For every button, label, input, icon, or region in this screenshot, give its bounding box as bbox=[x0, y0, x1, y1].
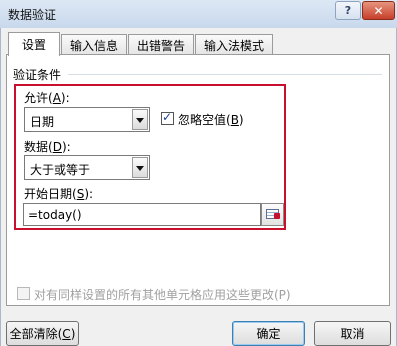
question-icon: ? bbox=[344, 4, 352, 17]
title-bar: 数据验证 ? ✕ bbox=[0, 0, 397, 28]
ignore-blank-checkbox[interactable] bbox=[161, 110, 174, 125]
tab-input-message[interactable]: 输入信息 bbox=[61, 34, 127, 56]
close-button[interactable]: ✕ bbox=[362, 1, 395, 20]
allow-label: 允许(A): bbox=[24, 91, 70, 105]
data-select-value: 大于或等于 bbox=[30, 163, 91, 177]
group-divider bbox=[68, 74, 382, 75]
tab-settings[interactable]: 设置 bbox=[8, 32, 60, 56]
start-date-label: 开始日期(S): bbox=[24, 187, 94, 201]
data-select[interactable]: 大于或等于 bbox=[24, 155, 150, 180]
apply-all-checkbox[interactable] bbox=[17, 287, 30, 300]
data-label: 数据(D): bbox=[24, 140, 71, 154]
cancel-button[interactable]: 取消 bbox=[314, 321, 391, 346]
apply-all-label: 对有同样设置的所有其他单元格应用这些更改(P) bbox=[34, 288, 291, 302]
tab-ime-mode[interactable]: 输入法模式 bbox=[195, 34, 273, 56]
group-title: 验证条件 bbox=[13, 68, 62, 82]
close-icon: ✕ bbox=[373, 3, 384, 18]
start-date-input[interactable]: =today() bbox=[23, 203, 261, 226]
ok-button[interactable]: 确定 bbox=[232, 321, 305, 346]
tab-error-alert[interactable]: 出错警告 bbox=[128, 34, 194, 56]
window-title: 数据验证 bbox=[8, 8, 57, 22]
chevron-down-icon[interactable] bbox=[132, 157, 148, 178]
help-button[interactable]: ? bbox=[335, 1, 361, 20]
start-date-value: =today() bbox=[28, 208, 82, 222]
range-arrow-icon bbox=[274, 213, 280, 219]
allow-select[interactable]: 日期 bbox=[24, 107, 150, 132]
ignore-blank-label: 忽略空值(B) bbox=[178, 113, 244, 127]
clear-all-button[interactable]: 全部清除(C) bbox=[6, 321, 79, 346]
allow-select-value: 日期 bbox=[30, 115, 55, 129]
range-select-button[interactable] bbox=[261, 203, 284, 226]
chevron-down-icon[interactable] bbox=[132, 109, 148, 130]
